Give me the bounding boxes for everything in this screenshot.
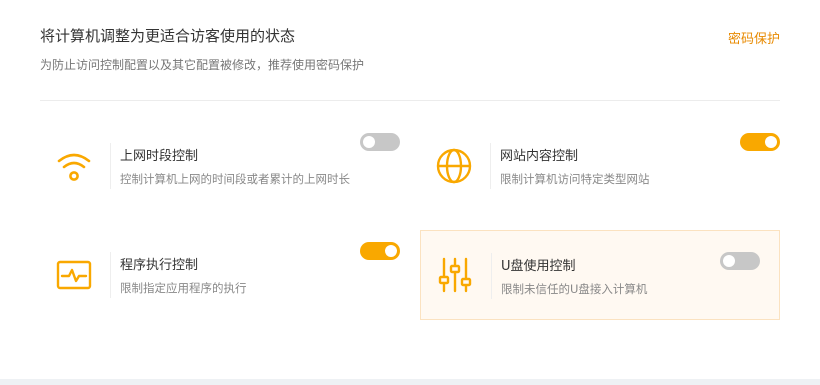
card-separator — [110, 252, 111, 298]
online-time-toggle[interactable] — [360, 133, 400, 151]
wifi-icon — [57, 153, 91, 181]
control-title: 网站内容控制 — [500, 149, 579, 164]
control-description: 控制计算机上网的时间段或者累计的上网时长 — [120, 172, 350, 186]
program-exec-toggle[interactable] — [360, 242, 400, 260]
password-protect-link[interactable]: 密码保护 — [728, 28, 780, 47]
usb-toggle[interactable] — [720, 252, 760, 270]
card-separator — [491, 253, 492, 299]
page-header: 将计算机调整为更适合访客使用的状态 为防止访问控制配置以及其它配置被修改，推荐使… — [40, 24, 780, 74]
control-title: 上网时段控制 — [120, 149, 199, 164]
control-description: 限制未信任的U盘接入计算机 — [501, 282, 648, 296]
sliders-icon — [438, 257, 472, 293]
globe-icon — [436, 148, 472, 184]
page-subtitle: 为防止访问控制配置以及其它配置被修改，推荐使用密码保护 — [40, 58, 365, 72]
monitor-pulse-icon — [56, 260, 92, 290]
bottom-strip — [0, 379, 820, 385]
control-description: 限制计算机访问特定类型网站 — [500, 172, 650, 186]
control-title: U盘使用控制 — [501, 259, 576, 274]
control-card-online-time: 上网时段控制 控制计算机上网的时间段或者累计的上网时长 — [40, 121, 400, 211]
control-description: 限制指定应用程序的执行 — [120, 281, 247, 295]
page-title: 将计算机调整为更适合访客使用的状态 — [40, 27, 296, 45]
control-title: 程序执行控制 — [120, 258, 199, 273]
control-card-website-content: 网站内容控制 限制计算机访问特定类型网站 — [420, 121, 780, 211]
control-card-usb: U盘使用控制 限制未信任的U盘接入计算机 — [420, 230, 780, 320]
toggle-knob — [363, 136, 375, 148]
website-content-toggle[interactable] — [740, 133, 780, 151]
card-separator — [490, 143, 491, 189]
toggle-knob — [723, 255, 735, 267]
control-card-program-exec: 程序执行控制 限制指定应用程序的执行 — [40, 230, 400, 320]
card-separator — [110, 143, 111, 189]
toggle-knob — [765, 136, 777, 148]
toggle-knob — [385, 245, 397, 257]
header-divider — [40, 100, 780, 101]
